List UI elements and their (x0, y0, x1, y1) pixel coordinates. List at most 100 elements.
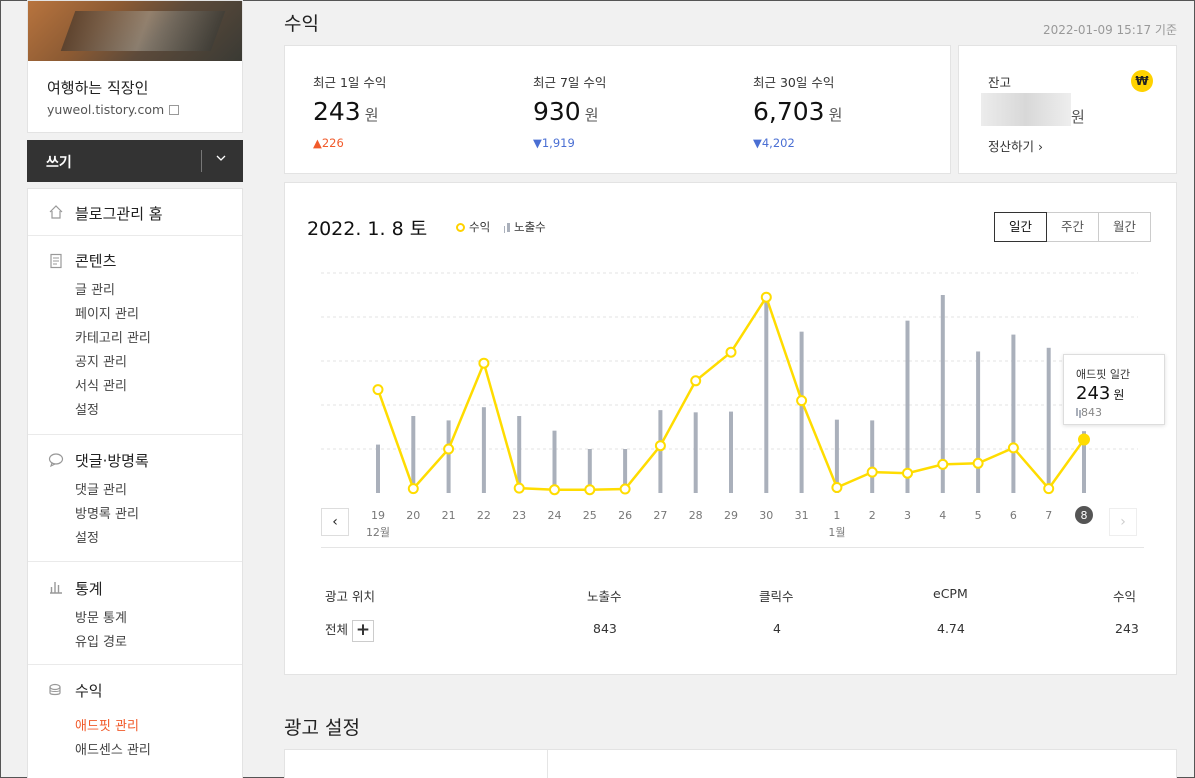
sidebar-menu: 블로그관리 홈 콘텐츠 글 관리 페이지 관리 카테고리 관리 공지 관리 서식… (27, 188, 243, 778)
sidebar-item-adsense-manage[interactable]: 애드센스 관리 (75, 739, 151, 758)
x-tick-label: 21 (442, 509, 456, 522)
sidebar-item-notice-manage[interactable]: 공지 관리 (75, 351, 127, 370)
revenue-summary-card: 최근 1일 수익 243 원 ▲226 최근 7일 수익 930 원 ▼1,919 … (284, 45, 951, 174)
revenue-point (372, 384, 384, 396)
tooltip-number: 243 (1076, 383, 1111, 404)
revenue-point (796, 395, 808, 407)
document-icon (50, 253, 62, 269)
table-header-ecpm: eCPM (933, 586, 968, 601)
write-button[interactable]: 쓰기 (27, 140, 243, 182)
stat-unit-1d: 원 (364, 106, 379, 124)
revenue-point (690, 375, 702, 387)
stat-value-7d: 930 원 (533, 97, 599, 126)
sidebar-item-guestbook-manage[interactable]: 방명록 관리 (75, 503, 139, 522)
write-label: 쓰기 (46, 155, 72, 171)
sidebar-item-post-manage[interactable]: 글 관리 (75, 279, 115, 298)
x-tick-label: 4 (939, 509, 946, 522)
blog-cover-image[interactable] (28, 1, 242, 61)
impressions-bar (376, 444, 380, 493)
x-tick-label: 22 (477, 509, 491, 522)
stat-label-7d: 최근 7일 수익 (533, 75, 607, 90)
impressions-bar (693, 412, 698, 493)
chevron-down-icon[interactable] (216, 153, 226, 163)
revenue-point (619, 483, 631, 495)
stat-label-30d: 최근 30일 수익 (753, 75, 835, 90)
balance-unit: 원 (1071, 108, 1085, 126)
revenue-point (937, 458, 949, 470)
settle-link[interactable]: 정산하기 › (988, 136, 1043, 155)
table-cell-position: 전체 + (325, 619, 375, 642)
chart-divider (321, 547, 1144, 548)
sidebar-item-adfit-manage[interactable]: 애드핏 관리 (75, 715, 139, 734)
menu-section-comments: 댓글·방명록 댓글 관리 방명록 관리 설정 (28, 435, 242, 562)
blog-url-text: yuweol.tistory.com (47, 102, 165, 117)
impressions-bar (1046, 347, 1051, 493)
revenue-point (443, 443, 455, 455)
chart-prev-button[interactable]: ‹ (321, 508, 349, 536)
sidebar-item-page-manage[interactable]: 페이지 관리 (75, 303, 139, 322)
stat-unit-30d: 원 (828, 106, 843, 124)
updated-timestamp: 2022-01-09 15:17 기준 (1042, 23, 1177, 37)
tooltip-title: 애드핏 일간 (1076, 368, 1131, 381)
table-header-revenue: 수익 (1113, 589, 1137, 604)
x-tick-label: 8 (1081, 509, 1088, 522)
sidebar-item-comment-manage[interactable]: 댓글 관리 (75, 479, 127, 498)
x-tick-label: 1 (833, 509, 840, 522)
x-tick-label: 20 (406, 509, 420, 522)
tooltip-impressions: 843 (1076, 406, 1102, 419)
x-tick-label: 2 (869, 509, 876, 522)
sidebar-item-referrer[interactable]: 유입 경로 (75, 631, 127, 650)
sidebar-item-content-settings[interactable]: 설정 (75, 399, 99, 418)
x-tick-label: 6 (1010, 509, 1017, 522)
table-cell-ecpm: 4.74 (937, 621, 965, 636)
sidebar-item-comments[interactable]: 댓글·방명록 (75, 450, 149, 471)
x-tick-label: 3 (904, 509, 911, 522)
revenue-point (760, 291, 772, 303)
stat-delta-30d: ▼4,202 (753, 136, 795, 150)
impressions-bar (729, 411, 733, 493)
sidebar-item-visit-stats[interactable]: 방문 통계 (75, 607, 127, 626)
sidebar-item-content[interactable]: 콘텐츠 (75, 250, 116, 271)
sidebar-item-stats[interactable]: 통계 (75, 578, 103, 599)
x-tick-label: 24 (548, 509, 562, 522)
blog-name[interactable]: 여행하는 직장인 (47, 77, 148, 98)
tooltip-unit: 원 (1113, 388, 1125, 402)
tooltip-impressions-value: 843 (1081, 406, 1102, 419)
ad-settings-divider (547, 750, 548, 778)
sidebar-item-template-manage[interactable]: 서식 관리 (75, 375, 127, 394)
revenue-point (866, 466, 878, 478)
x-tick-label: 26 (618, 509, 632, 522)
impressions-bar (552, 430, 557, 493)
tab-daily[interactable]: 일간 (994, 212, 1047, 242)
blog-profile-card: 여행하는 직장인 yuweol.tistory.com (27, 0, 243, 133)
ad-settings-title: 광고 설정 (284, 717, 360, 739)
table-header-position: 광고 위치 (325, 589, 375, 604)
revenue-point (407, 483, 419, 495)
month-label: 12월 (366, 526, 390, 539)
table-cell-clicks: 4 (773, 621, 781, 636)
won-icon: ₩ (1131, 70, 1153, 92)
sidebar-item-blog-home[interactable]: 블로그관리 홈 (75, 203, 163, 224)
revenue-point (584, 484, 596, 496)
x-tick-label: 29 (724, 509, 738, 522)
revenue-point (902, 467, 913, 479)
stat-value-1d: 243 원 (313, 97, 379, 126)
external-link-icon (169, 105, 180, 115)
impressions-bar (976, 351, 981, 493)
expand-plus-icon[interactable]: + (352, 619, 375, 642)
sidebar-item-category-manage[interactable]: 카테고리 관리 (75, 327, 151, 346)
x-tick-label: 30 (759, 509, 773, 522)
impressions-bar (1011, 334, 1016, 493)
impressions-bar (446, 420, 451, 493)
menu-section-content: 콘텐츠 글 관리 페이지 관리 카테고리 관리 공지 관리 서식 관리 설정 (28, 236, 242, 435)
chart-next-button[interactable]: › (1109, 508, 1137, 536)
sidebar-item-comment-settings[interactable]: 설정 (75, 527, 99, 546)
revenue-point (549, 484, 560, 496)
x-tick-label: 31 (795, 509, 809, 522)
blog-url-link[interactable]: yuweol.tistory.com (47, 102, 180, 117)
menu-section-home: 블로그관리 홈 (28, 189, 242, 236)
stat-value-30d: 6,703 원 (753, 97, 842, 126)
stat-number-30d: 6,703 (753, 97, 825, 126)
sidebar-item-revenue[interactable]: 수익 (75, 680, 103, 701)
stat-label-1d: 최근 1일 수익 (313, 75, 387, 90)
